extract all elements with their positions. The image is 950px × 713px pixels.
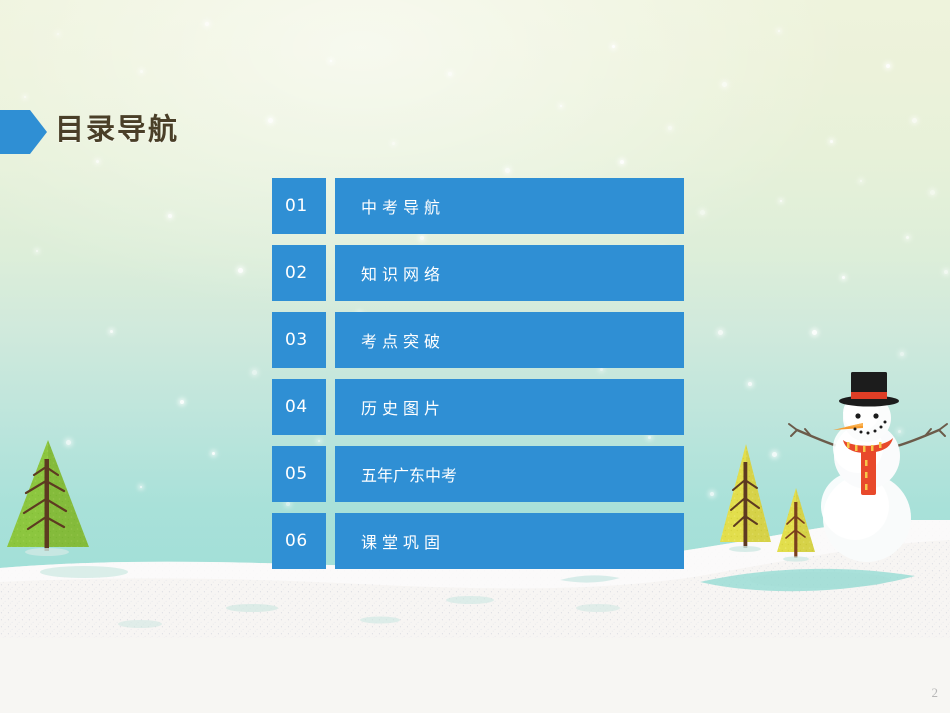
snowflake <box>24 96 26 98</box>
menu-item-number[interactable]: 02 <box>272 245 326 301</box>
snowflake <box>748 382 752 386</box>
snowflake <box>238 268 243 273</box>
snowflake <box>252 370 257 375</box>
snowman-right-eye <box>873 413 879 419</box>
contents-menu: 01 中考导航 02 知识网络 03 考点突破 04 历史图片 05 五年广东中考 06 课堂巩固 <box>272 178 684 580</box>
snowflake <box>900 352 904 356</box>
menu-item-04[interactable]: 04 历史图片 <box>272 379 684 435</box>
menu-item-01[interactable]: 01 中考导航 <box>272 178 684 234</box>
snowflake <box>912 118 917 123</box>
snowflake <box>212 452 215 455</box>
menu-item-number[interactable]: 06 <box>272 513 326 569</box>
page-title: 目录导航 <box>55 112 180 146</box>
snowman-illustration <box>785 372 950 568</box>
snowflake <box>96 160 99 163</box>
menu-item-05[interactable]: 05 五年广东中考 <box>272 446 684 502</box>
snowman-top-hat <box>839 372 899 407</box>
snowflake <box>36 250 38 252</box>
snowflake <box>168 214 172 218</box>
snowman-left-arm <box>795 428 839 448</box>
snowflake <box>140 70 143 73</box>
slide-canvas: 目录导航 01 中考导航 02 知识网络 03 考点突破 04 历史图片 05 五年广东中考 06 课… <box>0 0 950 713</box>
arrow-right-pentagon-icon <box>0 110 48 160</box>
snowflake <box>612 45 615 48</box>
snowman-right-arm <box>895 428 941 448</box>
snowflake <box>842 276 845 279</box>
menu-item-06[interactable]: 06 课堂巩固 <box>272 513 684 569</box>
snowflake <box>560 105 562 107</box>
snowflake <box>930 190 935 195</box>
snowflake <box>778 30 780 32</box>
snowflake <box>722 82 727 87</box>
snowflake <box>906 236 909 239</box>
snowflake <box>812 330 817 335</box>
menu-item-number[interactable]: 04 <box>272 379 326 435</box>
menu-item-label[interactable]: 历史图片 <box>335 379 684 435</box>
snowflake <box>392 142 395 145</box>
menu-item-label[interactable]: 考点突破 <box>335 312 684 368</box>
snowflake <box>180 400 184 404</box>
menu-item-number[interactable]: 01 <box>272 178 326 234</box>
snowflake <box>140 486 142 488</box>
menu-item-number[interactable]: 03 <box>272 312 326 368</box>
menu-item-label[interactable]: 中考导航 <box>335 178 684 234</box>
pine-tree-green-icon <box>4 437 94 565</box>
snowflake <box>330 60 332 62</box>
snowflake <box>205 22 209 26</box>
snowflake <box>505 168 510 173</box>
snowflake <box>620 160 624 164</box>
menu-item-02[interactable]: 02 知识网络 <box>272 245 684 301</box>
menu-item-label[interactable]: 知识网络 <box>335 245 684 301</box>
snowflake <box>700 210 705 215</box>
pine-tree-yellow-large-icon <box>715 442 775 560</box>
snowflake <box>110 330 113 333</box>
menu-item-03[interactable]: 03 考点突破 <box>272 312 684 368</box>
snowflake <box>944 270 948 274</box>
snowflake <box>57 33 59 35</box>
menu-item-label[interactable]: 课堂巩固 <box>335 513 684 569</box>
snowflake <box>268 118 273 123</box>
snowflake <box>718 330 723 335</box>
snowflake <box>886 64 890 68</box>
page-number: 2 <box>931 685 939 700</box>
snowflake <box>780 200 782 202</box>
snowflake <box>860 180 862 182</box>
snowman-left-eye <box>855 413 861 419</box>
snowflake <box>668 126 672 130</box>
snowflake <box>830 140 833 143</box>
menu-item-label[interactable]: 五年广东中考 <box>335 446 684 502</box>
menu-item-number[interactable]: 05 <box>272 446 326 502</box>
snowflake <box>710 492 714 496</box>
snowflake <box>448 72 452 76</box>
